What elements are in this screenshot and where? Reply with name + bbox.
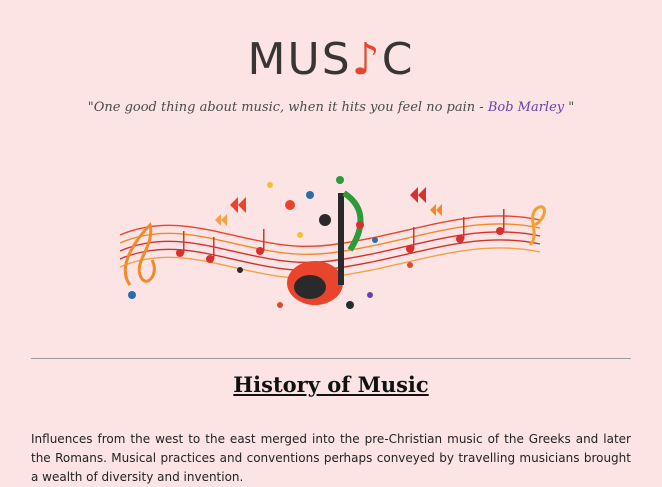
logo-text-left: MUS — [247, 34, 352, 85]
logo-text-right: C — [381, 34, 415, 85]
section-divider — [31, 358, 631, 359]
section-body: Influences from the west to the east mer… — [31, 432, 631, 484]
logo-text: MUS♪C — [248, 34, 415, 85]
quote-close: " — [564, 100, 575, 115]
quote-text: "One good thing about music, when it hit… — [87, 100, 488, 115]
section-title: History of Music — [233, 372, 429, 397]
site-logo: MUS♪C — [0, 34, 662, 85]
quote-author: Bob Marley — [487, 100, 565, 115]
quote: "One good thing about music, when it hit… — [0, 100, 662, 115]
music-notes-illustration-icon — [119, 176, 546, 309]
music-note-icon: ♪ — [351, 34, 382, 85]
